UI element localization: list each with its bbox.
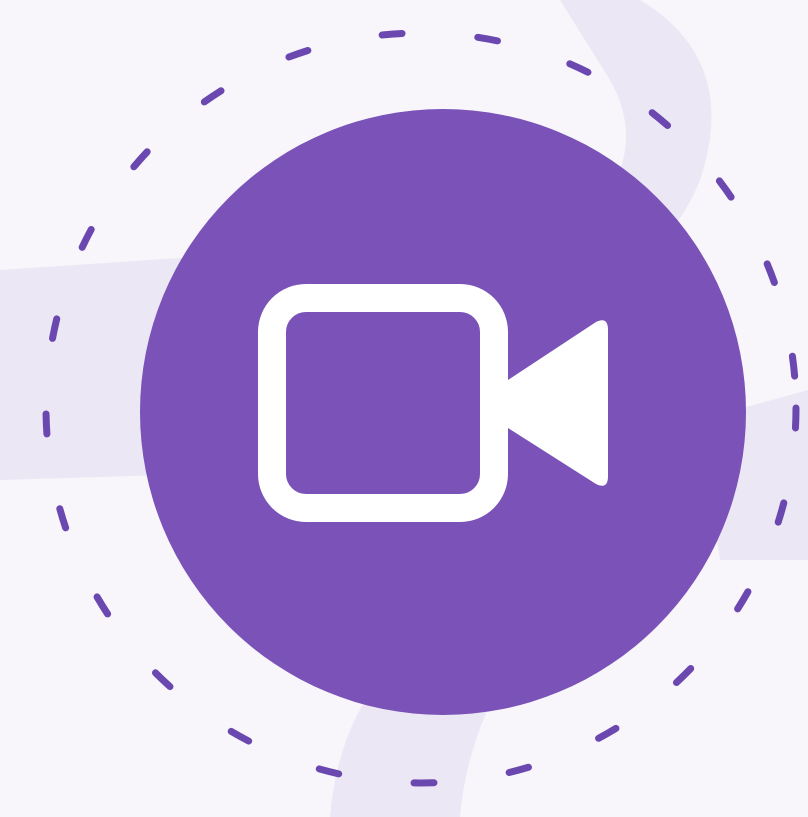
illustration-svg	[0, 0, 808, 817]
video-call-illustration	[0, 0, 808, 817]
icon-circle	[140, 109, 746, 715]
